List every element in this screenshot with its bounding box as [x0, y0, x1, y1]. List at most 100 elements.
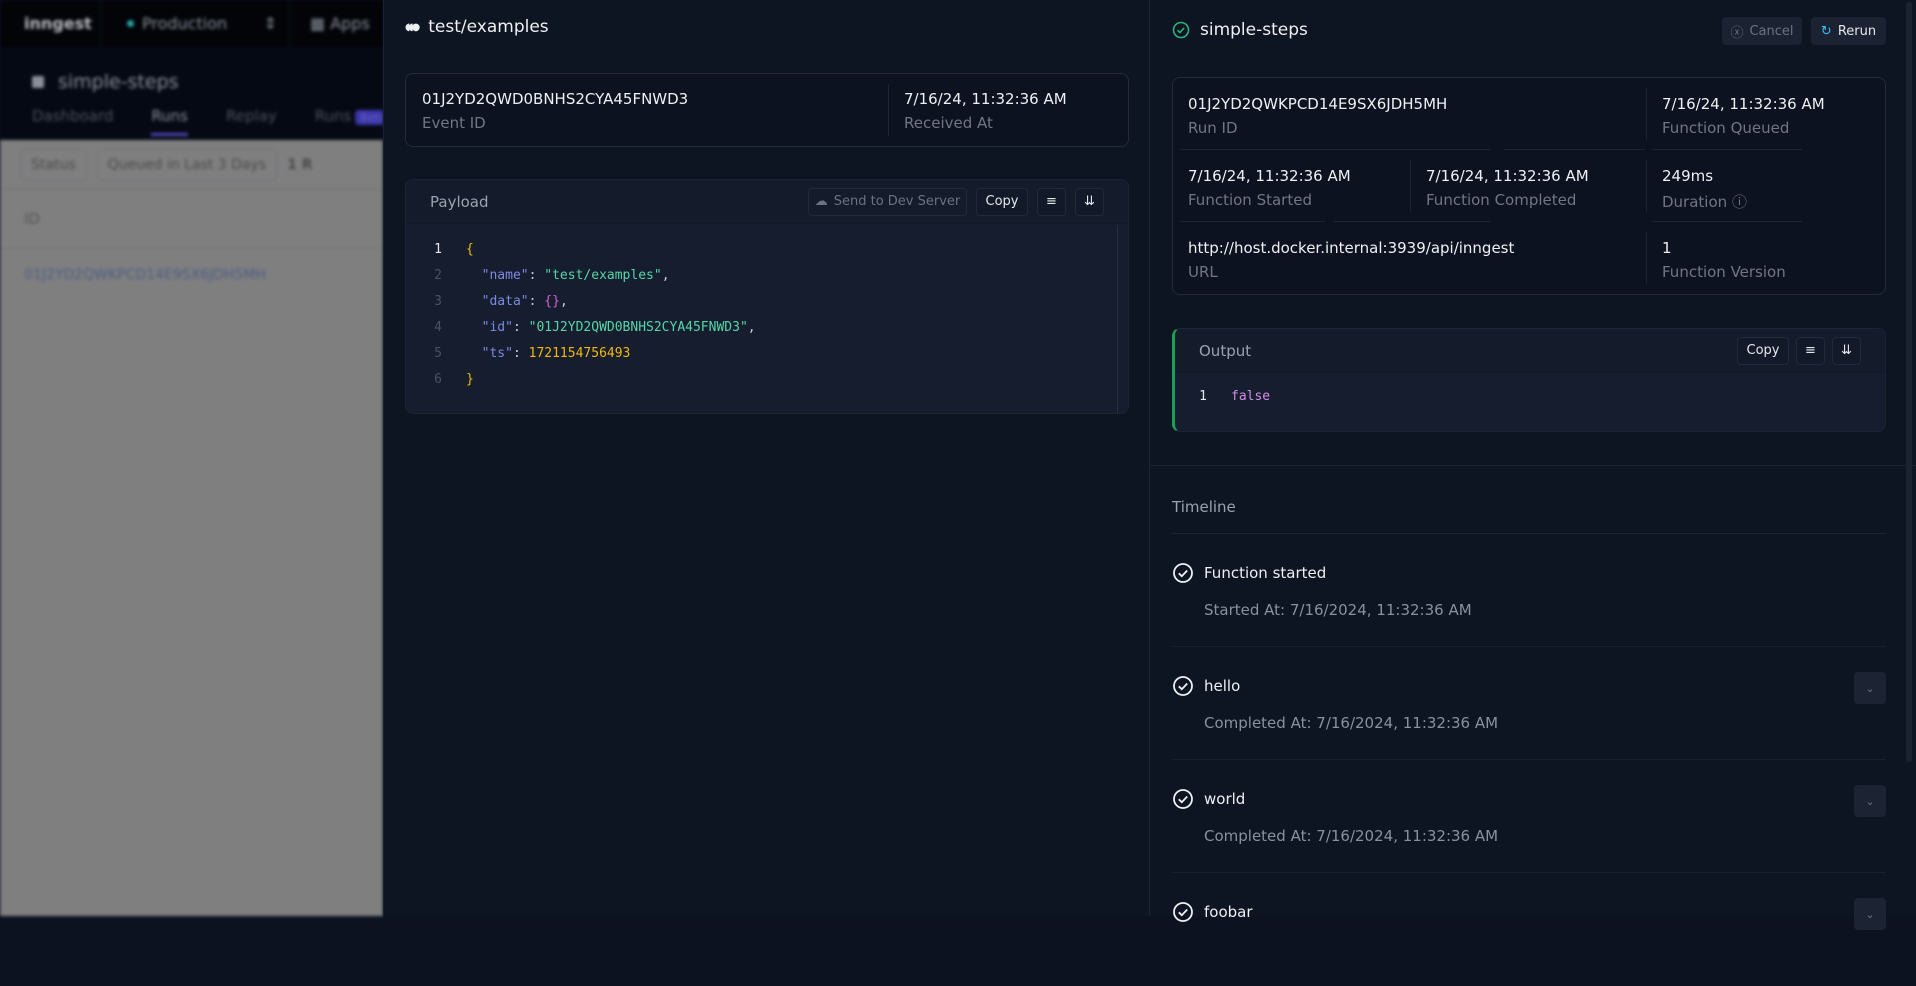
timeline-item-subtitle: Completed At: 7/16/2024, 11:32:36 AM: [1204, 714, 1499, 732]
check-circle-icon: [1173, 789, 1193, 809]
line-number: 3: [434, 293, 442, 309]
refresh-icon: ↻: [1820, 23, 1832, 39]
environment-selector[interactable]: Production ⇕: [100, 0, 290, 47]
function-completed-label: Function Completed: [1426, 191, 1577, 209]
expand-step-button[interactable]: ⌄: [1854, 785, 1886, 817]
timeline-item: world Completed At: 7/16/2024, 11:32:36 …: [1172, 760, 1886, 873]
tab-replay[interactable]: Replay: [226, 107, 277, 136]
tab-runs-beta[interactable]: Runs Beta: [315, 107, 383, 136]
check-circle-icon: [1173, 676, 1193, 696]
function-version-label: Function Version: [1662, 263, 1786, 281]
timeline-item: hello Completed At: 7/16/2024, 11:32:36 …: [1172, 647, 1886, 760]
code-token: "name": [481, 267, 529, 283]
timeline-item-title: hello: [1204, 677, 1241, 695]
duration-label: Duration: [1662, 193, 1728, 211]
event-id: 01J2YD2QWD0BNHS2CYA45FNWD3: [422, 90, 689, 108]
tab-label: Runs: [314, 107, 352, 125]
url: http://host.docker.internal:3939/api/inn…: [1188, 239, 1515, 257]
tab-runs[interactable]: Runs: [151, 107, 188, 136]
function-header: simple-steps Dashboard Runs Replay Runs B…: [0, 47, 383, 140]
received-at-label: Received At: [904, 114, 993, 132]
cloud-upload-icon: ☁: [814, 194, 828, 209]
status-filter[interactable]: Status: [20, 148, 87, 181]
table-header-id: ID: [0, 190, 383, 249]
code-token: {}: [544, 293, 560, 309]
output-viewer: Output Copy ≡ ⇊ 1 false: [1172, 328, 1886, 432]
beta-badge: Beta: [355, 110, 383, 125]
timeline-item-subtitle: Started At: 7/16/2024, 11:32:36 AM: [1204, 601, 1472, 619]
code-token: {: [466, 241, 474, 257]
run-info-card: 01J2YD2QWKPCD14E9SX6JDH5MH Run ID 7/16/24…: [1172, 77, 1886, 295]
function-name: simple-steps: [58, 71, 179, 93]
event-icon: ◖◖●: [405, 21, 420, 33]
run-count: 1 R: [287, 156, 313, 173]
rerun-button[interactable]: ↻ Rerun: [1811, 17, 1886, 45]
url-label: URL: [1188, 263, 1218, 281]
timeline-item: foobar ⌄: [1172, 873, 1886, 986]
code-token: 1721154756493: [528, 345, 631, 361]
function-queued: 7/16/24, 11:32:36 AM: [1662, 95, 1825, 113]
expand-icon[interactable]: ⇊: [1832, 336, 1861, 365]
code-token: "test/examples": [544, 267, 662, 283]
scrollbar[interactable]: [1117, 225, 1118, 413]
chevron-down-icon: ⌄: [1865, 681, 1875, 695]
function-queued-label: Function Queued: [1662, 119, 1790, 137]
line-number: 2: [434, 267, 442, 283]
info-icon[interactable]: ⓘ: [1732, 193, 1747, 211]
expand-icon[interactable]: ⇊: [1075, 187, 1104, 216]
line-number: 5: [434, 345, 442, 361]
received-at: 7/16/24, 11:32:36 AM: [904, 90, 1067, 108]
function-icon: [32, 76, 44, 88]
event-info-card: 01J2YD2QWD0BNHS2CYA45FNWD3 Event ID 7/16/…: [405, 73, 1129, 147]
timeline-item-title: foobar: [1204, 903, 1253, 921]
code-token: "01J2YD2QWD0BNHS2CYA45FNWD3": [528, 319, 748, 335]
apps-link[interactable]: ▦ Apps: [290, 14, 370, 33]
function-version: 1: [1662, 239, 1672, 257]
check-circle-icon: [1172, 21, 1190, 39]
output-label: Output: [1199, 341, 1252, 360]
chevron-down-icon: ⌄: [1865, 907, 1875, 921]
check-circle-icon: [1173, 563, 1193, 583]
code-token: }: [466, 371, 474, 387]
timeline-item: Function started Started At: 7/16/2024, …: [1172, 534, 1886, 647]
function-started: 7/16/24, 11:32:36 AM: [1188, 167, 1351, 185]
send-to-dev-server-button[interactable]: ☁ Send to Dev Server: [808, 187, 967, 216]
code-token: "id": [481, 319, 513, 335]
x-circle-icon: ⓧ: [1730, 25, 1744, 41]
run-id-label: Run ID: [1188, 119, 1238, 137]
timeline-label: Timeline: [1172, 498, 1236, 516]
line-number: 4: [434, 319, 442, 335]
time-filter[interactable]: Queued in Last 3 Days: [96, 148, 278, 181]
wrap-lines-icon[interactable]: ≡: [1796, 336, 1825, 365]
timeline-item-title: world: [1204, 790, 1246, 808]
run-id: 01J2YD2QWKPCD14E9SX6JDH5MH: [1188, 95, 1448, 113]
event-panel: ◖◖● test/examples 01J2YD2QWD0BNHS2CYA45F…: [383, 0, 1149, 916]
wrap-lines-icon[interactable]: ≡: [1037, 187, 1066, 216]
expand-step-button[interactable]: ⌄: [1854, 672, 1886, 704]
function-completed: 7/16/24, 11:32:36 AM: [1426, 167, 1589, 185]
check-circle-icon: [1173, 902, 1193, 922]
cancel-button[interactable]: ⓧ Cancel: [1722, 17, 1802, 45]
chevron-updown-icon: ⇕: [263, 14, 277, 33]
runs-list: Status Queued in Last 3 Days 1 R ID 01J2…: [0, 140, 383, 916]
scrollbar[interactable]: [1906, 2, 1912, 762]
event-title: ◖◖● test/examples: [405, 17, 549, 37]
event-name: test/examples: [428, 17, 549, 37]
table-row[interactable]: 01J2YD2QWKPCD14E9SX6JDH5MH: [0, 249, 383, 301]
environment-label: Production: [142, 14, 228, 33]
payload-viewer: Payload ☁ Send to Dev Server Copy ≡ ⇊ 1{ …: [405, 179, 1129, 414]
payload-code: 1{ 2 "name": "test/examples", 3 "data": …: [406, 224, 1128, 392]
run-name: simple-steps: [1200, 20, 1308, 40]
payload-label: Payload: [430, 192, 489, 211]
duration: 249ms: [1662, 167, 1714, 185]
run-panel: simple-steps ⓧ Cancel ↻ Rerun 01J2YD2QWKPC…: [1149, 0, 1916, 930]
output-value: false: [1231, 388, 1271, 404]
copy-button[interactable]: Copy: [976, 187, 1028, 216]
copy-output-button[interactable]: Copy: [1737, 336, 1789, 365]
expand-step-button[interactable]: ⌄: [1854, 898, 1886, 930]
code-token: "ts": [481, 345, 513, 361]
top-bar: inngest Production ⇕ ▦ Apps: [0, 0, 383, 47]
background-page: inngest Production ⇕ ▦ Apps simple-steps …: [0, 0, 383, 916]
tab-dashboard[interactable]: Dashboard: [32, 107, 113, 136]
line-number: 1: [1199, 388, 1207, 404]
